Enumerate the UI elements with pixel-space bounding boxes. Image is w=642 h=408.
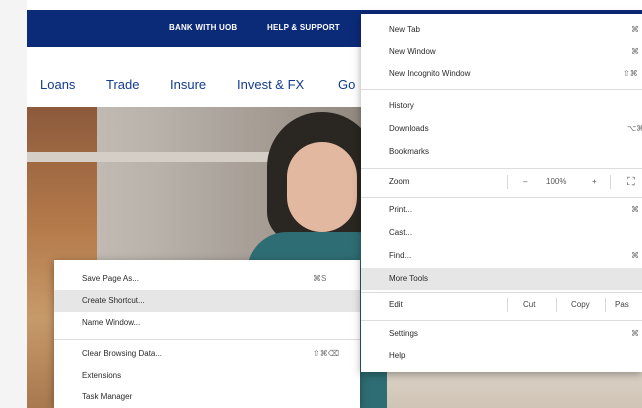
menu-item-label: New Window — [389, 47, 436, 56]
menu-item-label: Save Page As... — [82, 274, 139, 283]
menu-item-new-incognito-window[interactable]: New Incognito Window ⇧⌘ — [361, 63, 642, 85]
menu-item-label: Edit — [389, 300, 403, 309]
menu-item-label: Create Shortcut... — [82, 296, 145, 305]
menu-item-save-page-as[interactable]: Save Page As... ⌘S — [54, 268, 360, 290]
menu-item-label: New Incognito Window — [389, 69, 471, 78]
menu-item-downloads[interactable]: Downloads ⌥⌘ — [361, 118, 642, 140]
menu-item-shortcut: ⌘ — [631, 47, 639, 56]
menu-item-help[interactable]: Help — [361, 345, 642, 367]
menu-item-label: Downloads — [389, 124, 429, 133]
nav-insure[interactable]: Insure — [170, 77, 206, 92]
menu-item-label: Task Manager — [82, 392, 133, 401]
menu-item-label: Print... — [389, 205, 413, 214]
zoom-divider — [610, 175, 611, 189]
copy-button[interactable]: Copy — [571, 294, 590, 316]
menu-item-extensions[interactable]: Extensions — [54, 365, 360, 387]
menu-item-shortcut: ⌥⌘ — [627, 124, 642, 133]
nav-invest-fx[interactable]: Invest & FX — [237, 77, 304, 92]
menu-item-task-manager[interactable]: Task Manager — [54, 386, 360, 408]
zoom-out-button[interactable]: – — [523, 171, 527, 193]
menu-item-more-tools[interactable]: More Tools — [361, 268, 642, 290]
menu-divider — [54, 339, 360, 340]
paste-button[interactable]: Pas — [615, 294, 629, 316]
menu-item-bookmarks[interactable]: Bookmarks — [361, 141, 642, 163]
help-support-link[interactable]: HELP & SUPPORT — [267, 23, 340, 32]
hero-face — [287, 142, 357, 232]
zoom-divider — [507, 175, 508, 189]
menu-item-new-window[interactable]: New Window ⌘ — [361, 41, 642, 63]
cut-button[interactable]: Cut — [523, 294, 535, 316]
menu-item-label: Extensions — [82, 371, 122, 380]
bank-with-uob-link[interactable]: BANK WITH UOB — [169, 23, 237, 32]
menu-item-shortcut: ⌘ — [631, 329, 639, 338]
edit-divider — [605, 298, 606, 312]
menu-divider — [361, 292, 642, 293]
menu-item-label: History — [389, 101, 414, 110]
menu-item-clear-browsing-data[interactable]: Clear Browsing Data... ⇧⌘⌫ — [54, 343, 360, 365]
menu-item-name-window[interactable]: Name Window... — [54, 312, 360, 334]
menu-divider — [361, 89, 642, 90]
menu-item-label: Bookmarks — [389, 147, 430, 156]
menu-item-label: Cast... — [389, 228, 413, 237]
menu-item-label: New Tab — [389, 25, 420, 34]
nav-trade[interactable]: Trade — [106, 77, 139, 92]
menu-item-label: Clear Browsing Data... — [82, 349, 163, 358]
menu-item-print[interactable]: Print... ⌘ — [361, 199, 642, 221]
menu-item-shortcut: ⌘ — [631, 25, 639, 34]
edit-divider — [507, 298, 508, 312]
menu-divider — [361, 168, 642, 169]
menu-divider — [361, 320, 642, 321]
menu-item-edit: Edit Cut Copy Pas — [361, 294, 642, 316]
nav-go[interactable]: Go — [338, 77, 355, 92]
window-edge — [0, 0, 27, 408]
menu-item-label: Name Window... — [82, 318, 141, 327]
edit-divider — [556, 298, 557, 312]
menu-item-label: More Tools — [389, 274, 428, 283]
menu-item-shortcut: ⌘S — [313, 274, 327, 283]
menu-item-shortcut: ⌘ — [631, 251, 639, 260]
menu-item-cast[interactable]: Cast... — [361, 222, 642, 244]
nav-loans[interactable]: Loans — [40, 77, 75, 92]
menu-item-create-shortcut[interactable]: Create Shortcut... — [54, 290, 360, 312]
zoom-in-button[interactable]: + — [592, 171, 597, 193]
zoom-level: 100% — [546, 177, 567, 186]
menu-divider — [361, 197, 642, 198]
menu-item-zoom: Zoom – 100% + ⛶ — [361, 171, 642, 193]
menu-item-label: Find... — [389, 251, 412, 260]
more-tools-submenu: Save Page As... ⌘S Create Shortcut... Na… — [54, 260, 360, 408]
menu-item-settings[interactable]: Settings ⌘ — [361, 323, 642, 345]
menu-item-history[interactable]: History — [361, 95, 642, 117]
menu-item-label: Zoom — [389, 177, 410, 186]
menu-item-label: Settings — [389, 329, 418, 338]
browser-main-menu: New Tab ⌘ New Window ⌘ New Incognito Win… — [361, 14, 642, 372]
menu-item-shortcut: ⇧⌘⌫ — [313, 349, 340, 358]
menu-item-shortcut: ⌘ — [631, 205, 639, 214]
browser-viewport: BANK WITH UOB HELP & SUPPORT Loans Trade… — [0, 0, 642, 408]
menu-item-label: Help — [389, 351, 406, 360]
menu-item-find[interactable]: Find... ⌘ — [361, 245, 642, 267]
menu-item-shortcut: ⇧⌘ — [623, 69, 638, 78]
fullscreen-icon[interactable]: ⛶ — [627, 171, 635, 193]
menu-item-new-tab[interactable]: New Tab ⌘ — [361, 19, 642, 41]
